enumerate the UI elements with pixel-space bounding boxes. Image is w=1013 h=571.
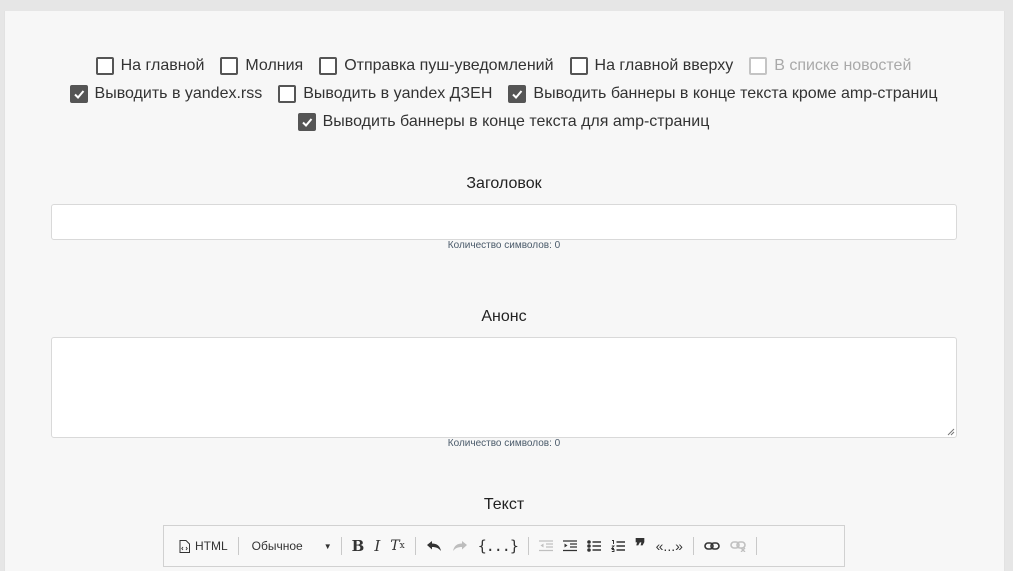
title-field-label: Заголовок bbox=[466, 175, 542, 192]
checkmark-icon bbox=[512, 90, 523, 99]
source-html-button[interactable]: HTML bbox=[165, 534, 232, 558]
checkbox-label: Молния bbox=[245, 57, 304, 74]
checkbox-row-2: Выводить в yandex.rss Выводить в yandex … bbox=[0, 85, 1007, 103]
source-html-label: HTML bbox=[195, 539, 228, 553]
title-char-counter: Количество символов: 0 bbox=[447, 240, 561, 251]
undo-icon bbox=[426, 541, 441, 551]
checkbox-label: В списке новостей bbox=[774, 57, 912, 74]
checkbox-box[interactable] bbox=[319, 57, 338, 75]
unlink-button[interactable] bbox=[726, 534, 750, 558]
checkbox-box[interactable] bbox=[278, 85, 297, 103]
toolbar-separator bbox=[692, 537, 694, 555]
checkbox-box[interactable] bbox=[569, 57, 588, 75]
remove-format-icon: T bbox=[390, 538, 400, 554]
title-input[interactable] bbox=[51, 204, 957, 240]
checkbox-label: Выводить в yandex ДЗЕН bbox=[303, 85, 493, 102]
checkbox-box[interactable] bbox=[69, 85, 88, 103]
checkbox-box[interactable] bbox=[95, 57, 114, 75]
code-snippet-button[interactable]: {...} bbox=[474, 534, 522, 558]
indent-button[interactable] bbox=[559, 534, 581, 558]
checkbox-on-main[interactable]: На главной bbox=[95, 57, 205, 75]
blockquote-button[interactable]: ❞ bbox=[631, 534, 650, 558]
indent-icon bbox=[562, 540, 577, 552]
lead-field-label: Анонс bbox=[481, 308, 527, 325]
checkbox-banners-amp[interactable]: Выводить баннеры в конце текста для amp-… bbox=[297, 113, 710, 131]
checkbox-row-1: На главной Молния Отправка пуш-уведомлен… bbox=[0, 57, 1007, 75]
toolbar-separator bbox=[527, 537, 529, 555]
editor-toolbar: HTML Обычное ▼ B I Tx {...} ❞ «...» bbox=[163, 525, 845, 567]
text-field-label: Текст bbox=[483, 496, 525, 513]
checkbox-box[interactable] bbox=[508, 85, 527, 103]
toolbar-separator bbox=[414, 537, 416, 555]
bulleted-list-icon bbox=[587, 540, 601, 552]
redo-button[interactable] bbox=[448, 534, 472, 558]
remove-format-button[interactable]: Tx bbox=[386, 534, 408, 558]
link-button[interactable] bbox=[700, 534, 724, 558]
source-icon bbox=[179, 539, 190, 553]
format-dropdown-value: Обычное bbox=[251, 539, 303, 553]
undo-button[interactable] bbox=[422, 534, 446, 558]
bulleted-list-button[interactable] bbox=[583, 534, 605, 558]
checkbox-yandex-rss[interactable]: Выводить в yandex.rss bbox=[69, 85, 263, 103]
checkbox-label: Выводить в yandex.rss bbox=[94, 85, 263, 102]
chevron-down-icon: ▼ bbox=[323, 541, 332, 551]
checkbox-yandex-zen[interactable]: Выводить в yandex ДЗЕН bbox=[278, 85, 492, 103]
outdent-button[interactable] bbox=[535, 534, 557, 558]
lead-char-counter: Количество символов: 0 bbox=[447, 438, 561, 449]
checkbox-box bbox=[749, 57, 768, 75]
blockquote-icon: ❞ bbox=[634, 534, 646, 558]
checkmark-icon bbox=[301, 118, 312, 127]
italic-button[interactable]: I bbox=[370, 534, 384, 558]
checkbox-banners-non-amp[interactable]: Выводить баннеры в конце текста кроме am… bbox=[508, 85, 937, 103]
checkbox-label: Выводить баннеры в конце текста для amp-… bbox=[322, 113, 710, 130]
redo-icon bbox=[452, 541, 467, 551]
checkbox-in-news-list: В списке новостей bbox=[749, 57, 911, 75]
resize-handle-icon[interactable] bbox=[947, 428, 955, 436]
checkbox-box[interactable] bbox=[220, 57, 239, 75]
checkbox-lightning[interactable]: Молния bbox=[220, 57, 303, 75]
toolbar-separator bbox=[340, 537, 342, 555]
checkbox-main-top[interactable]: На главной вверху bbox=[569, 57, 734, 75]
toolbar-separator bbox=[237, 537, 239, 555]
checkbox-box[interactable] bbox=[297, 113, 316, 131]
checkbox-label: Отправка пуш-уведомлений bbox=[344, 57, 554, 74]
checkmark-icon bbox=[73, 90, 84, 99]
checkbox-push-notifications[interactable]: Отправка пуш-уведомлений bbox=[319, 57, 554, 75]
guillemets-button[interactable]: «...» bbox=[652, 534, 687, 558]
numbered-list-button[interactable] bbox=[607, 534, 629, 558]
numbered-list-icon bbox=[610, 540, 625, 552]
checkbox-label: На главной bbox=[120, 57, 205, 74]
unlink-icon bbox=[730, 541, 746, 552]
link-icon bbox=[704, 542, 720, 550]
checkbox-label: На главной вверху bbox=[594, 57, 734, 74]
checkbox-row-3: Выводить баннеры в конце текста для amp-… bbox=[0, 113, 1007, 131]
bold-button[interactable]: B bbox=[348, 534, 369, 558]
format-dropdown[interactable]: Обычное ▼ bbox=[244, 534, 336, 558]
toolbar-separator bbox=[755, 537, 757, 555]
lead-textarea[interactable] bbox=[51, 337, 957, 438]
remove-format-sub: x bbox=[399, 541, 405, 551]
outdent-icon bbox=[538, 540, 553, 552]
checkbox-label: Выводить баннеры в конце текста кроме am… bbox=[533, 85, 938, 102]
